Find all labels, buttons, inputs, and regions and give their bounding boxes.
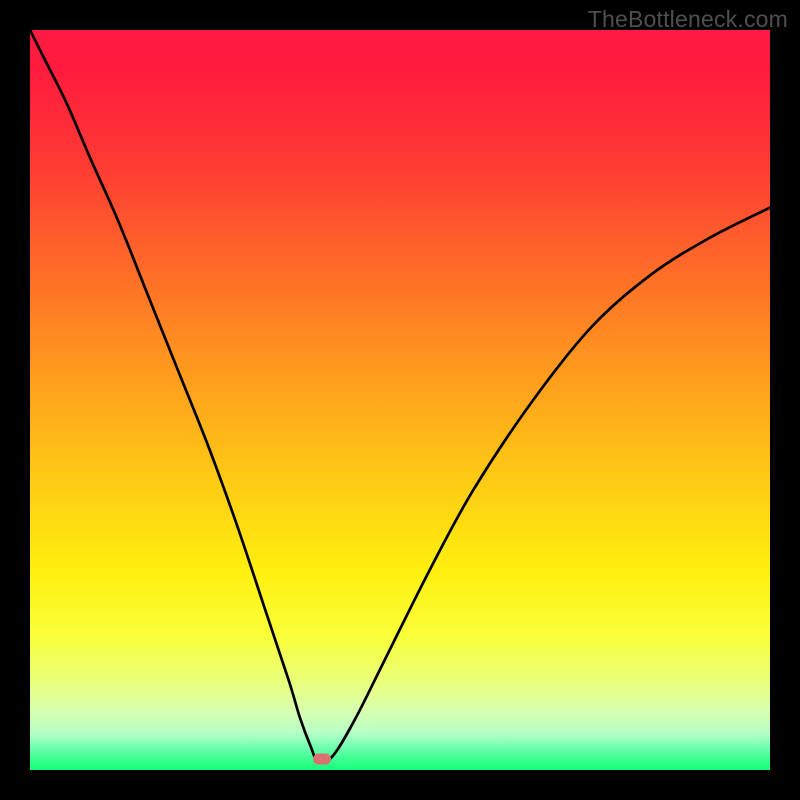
watermark-text: TheBottleneck.com xyxy=(588,6,788,33)
plot-area xyxy=(30,30,770,770)
chart-frame: TheBottleneck.com xyxy=(0,0,800,800)
bottleneck-curve xyxy=(30,30,770,763)
curve-svg xyxy=(30,30,770,770)
optimal-point-marker xyxy=(313,753,331,764)
